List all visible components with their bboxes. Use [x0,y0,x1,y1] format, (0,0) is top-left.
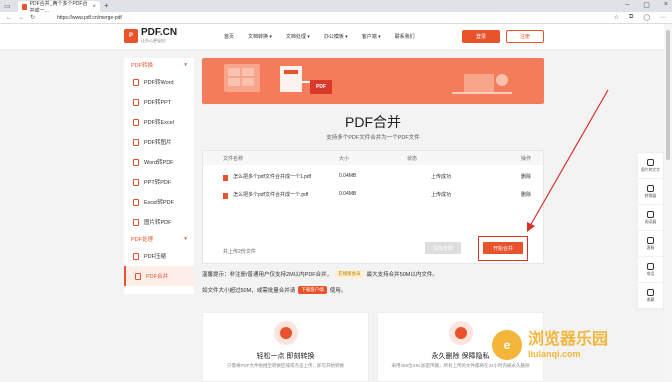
tool-phone[interactable]: 电话 [638,257,663,283]
phone-icon [647,262,654,270]
tool-label: 图片转文字 [641,167,660,172]
watermark-logo-icon: e [492,330,522,360]
tool-favorite[interactable]: 收藏 [638,283,663,309]
tool-label: 电话 [646,271,655,276]
tool-service[interactable]: 客服 [638,231,663,257]
tool-label: 收藏 [646,297,655,302]
scrollbar-thumb[interactable] [666,30,670,160]
tool-label: 阅读器 [644,219,657,224]
tool-reader[interactable]: 阅读器 [638,205,663,231]
watermark-title: 浏览器乐园 [528,331,609,348]
headset-icon [647,236,654,244]
tool-ocr[interactable]: 图片转文字 [638,153,663,179]
right-toolbar: 图片转文字 转换器 阅读器 客服 电话 收藏 [637,152,664,310]
reader-icon [647,210,654,218]
watermark-sub: liulanqi.com [528,349,581,359]
tool-converter[interactable]: 转换器 [638,179,663,205]
tool-label: 转换器 [644,193,657,198]
star-icon [647,288,654,296]
watermark: e 浏览器乐园 liulanqi.com [492,330,608,360]
converter-icon [647,184,654,192]
image-text-icon [647,158,654,166]
tool-label: 客服 [646,245,655,250]
annotation-arrow [527,89,609,232]
